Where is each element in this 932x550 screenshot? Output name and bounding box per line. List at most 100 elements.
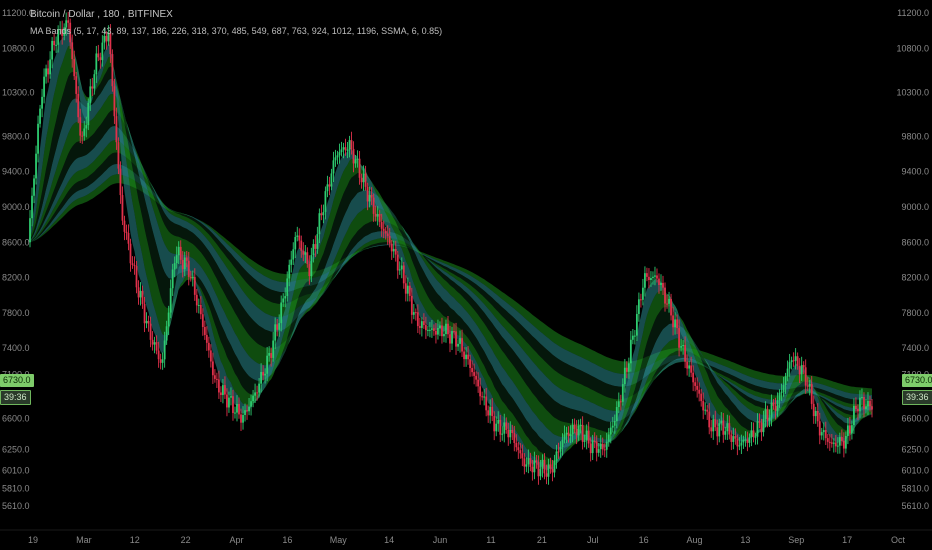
candle-body (471, 367, 474, 373)
candle-body (587, 430, 590, 444)
candle-body (706, 409, 709, 412)
candle-body (485, 396, 488, 411)
candle-body (147, 320, 150, 324)
candle-body (390, 243, 393, 252)
candle-body (469, 359, 471, 368)
candle-body (487, 410, 490, 416)
price-tick-label-right: 9000.0 (901, 202, 929, 212)
candle-body (376, 214, 379, 217)
candle-body (101, 42, 104, 61)
candle-body (412, 312, 415, 315)
candle-body (398, 269, 401, 271)
candle-body (346, 149, 349, 151)
candle-body (384, 230, 387, 234)
candle-body (461, 338, 463, 352)
candle-body (746, 439, 749, 443)
candle-body (145, 320, 148, 324)
candle-body (441, 325, 443, 337)
candle-body (832, 442, 835, 444)
candle-body (433, 328, 435, 331)
candle-body (262, 371, 265, 376)
price-chart[interactable]: 11200.011200.010800.010800.010300.010300… (0, 0, 932, 550)
candle-body (700, 393, 703, 402)
candle-body (171, 269, 174, 289)
candle-body (650, 278, 652, 281)
candle-body (646, 273, 648, 277)
left-price-value: 6730.0 (3, 375, 31, 385)
candle-body (336, 155, 339, 158)
candle-body (298, 235, 301, 241)
candle-body (392, 248, 395, 252)
candle-body (161, 359, 164, 363)
candle-body (672, 315, 674, 328)
time-tick-label: 14 (384, 535, 394, 545)
candle-body (481, 396, 484, 398)
candle-body (521, 453, 524, 459)
candle-body (840, 437, 843, 441)
time-tick-label: May (330, 535, 348, 545)
candle-body (354, 159, 357, 164)
candle-body (312, 244, 315, 256)
candle-body (744, 439, 747, 441)
candle-body (181, 259, 184, 270)
candle-body (772, 402, 775, 406)
price-tick-label-right: 9800.0 (901, 131, 929, 141)
candle-body (483, 396, 486, 398)
candle-body (557, 451, 560, 453)
candle-body (525, 464, 528, 467)
candle-body (169, 288, 172, 313)
candle-body (95, 53, 98, 75)
candle-body (334, 157, 337, 161)
candle-body (286, 278, 289, 297)
candle-body (714, 419, 717, 428)
candle-body (503, 422, 506, 434)
candle-body (205, 334, 208, 343)
candle-body (143, 303, 146, 324)
candle-body (149, 323, 152, 340)
left-countdown-badge: 39:36 (0, 390, 31, 405)
candle-body (306, 252, 309, 264)
indicator-legend[interactable]: MA Bands (5, 17, 43, 89, 137, 186, 226, … (30, 26, 442, 36)
candle-body (863, 397, 865, 409)
candle-body (224, 385, 226, 395)
candle-body (338, 152, 341, 156)
candle-body (838, 437, 841, 446)
candle-body (388, 236, 391, 244)
candle-body (826, 438, 829, 442)
candle-body (591, 441, 594, 454)
candle-body (513, 433, 516, 443)
candle-body (364, 173, 367, 187)
candle-body (662, 282, 664, 288)
ma-bands (28, 27, 872, 471)
candle-body (728, 423, 731, 435)
price-tick-label-right: 7400.0 (901, 343, 929, 353)
candle-body (619, 401, 622, 403)
candle-body (752, 430, 755, 437)
time-axis: 19 Mar 12 22 Apr 16 May 14 Jun 11 21 Jul 16 Aug 13 Sep 1… (0, 529, 932, 545)
candle-body (374, 213, 377, 217)
candle-body (123, 220, 126, 232)
candle-body (836, 445, 839, 447)
candle-body (79, 117, 82, 136)
candle-body (294, 236, 297, 250)
candle-body (738, 445, 741, 447)
price-tick-label-left: 5810.0 (2, 483, 30, 493)
candle-body (642, 287, 644, 300)
candle-body (195, 294, 198, 306)
candle-body (408, 285, 411, 296)
candle-body (288, 264, 291, 279)
candle-body (137, 287, 140, 298)
candle-body (828, 441, 831, 443)
candle-body (222, 385, 224, 396)
candle-body (820, 432, 823, 436)
candle-body (499, 419, 502, 435)
candle-body (768, 417, 771, 421)
candle-body (670, 298, 672, 316)
candle-body (51, 40, 54, 60)
current-price-badge: 6730.0 (902, 374, 932, 387)
candle-body (418, 326, 421, 328)
candle-body (802, 365, 805, 368)
price-tick-label-left: 6250.0 (2, 444, 30, 454)
candle-body (658, 278, 660, 285)
candle-body (855, 405, 857, 410)
